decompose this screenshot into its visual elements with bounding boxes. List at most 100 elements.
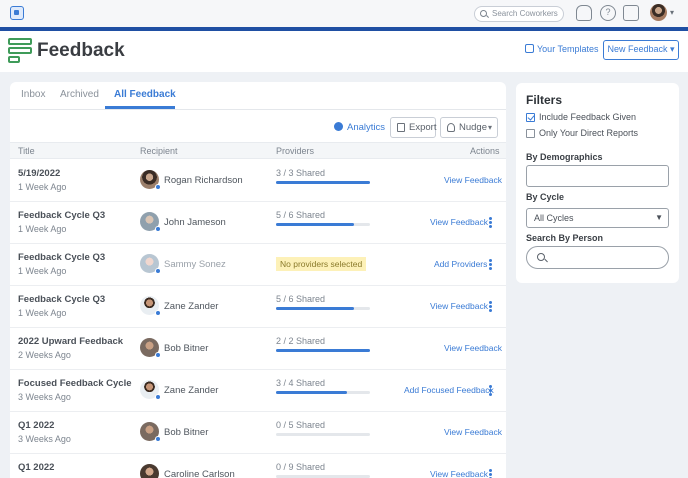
add-focused-feedback-link[interactable]: Add Focused Feedback xyxy=(404,385,494,395)
tab-bar: Inbox Archived All Feedback xyxy=(10,82,506,110)
bell-icon[interactable] xyxy=(576,5,592,21)
table-row[interactable]: Feedback Cycle Q3 1 Week Ago Zane Zander… xyxy=(10,286,506,328)
more-options-icon[interactable] xyxy=(489,301,492,312)
providers-progress-fill xyxy=(276,223,355,226)
template-icon xyxy=(525,44,534,53)
chevron-down-icon: ▼ xyxy=(655,213,663,222)
cycle-select[interactable]: All Cycles ▼ xyxy=(526,208,669,228)
recipient-name: Zane Zander xyxy=(164,301,219,312)
avatar xyxy=(140,254,161,274)
more-options-icon[interactable] xyxy=(489,469,492,478)
export-icon xyxy=(397,123,405,132)
cycle-select-value: All Cycles xyxy=(534,213,574,223)
add-providers-link[interactable]: Add Providers xyxy=(434,259,487,269)
column-header-recipient[interactable]: Recipient xyxy=(140,146,178,156)
table-row[interactable]: Feedback Cycle Q3 1 Week Ago John Jameso… xyxy=(10,202,506,244)
table-row[interactable]: Q1 2022 3 Weeks Ago Bob Bitner 0 / 5 Sha… xyxy=(10,412,506,454)
no-providers-badge: No providers selected xyxy=(276,257,367,271)
row-date: 1 Week Ago xyxy=(18,224,67,234)
view-feedback-link[interactable]: View Feedback xyxy=(444,175,502,185)
user-avatar[interactable] xyxy=(650,4,667,21)
providers-progress-bar xyxy=(276,349,370,352)
recipient-name: Zane Zander xyxy=(164,385,219,396)
providers-progress-fill xyxy=(276,181,370,184)
export-label: Export xyxy=(409,122,437,133)
recipient-name: Caroline Carlson xyxy=(164,469,235,478)
more-options-icon[interactable] xyxy=(489,259,492,270)
column-header-actions: Actions xyxy=(470,146,500,156)
table-row[interactable]: 5/19/2022 1 Week Ago Rogan Richardson 3 … xyxy=(10,160,506,202)
tab-inbox[interactable]: Inbox xyxy=(21,89,45,100)
your-templates-link[interactable]: Your Templates xyxy=(525,44,599,54)
avatar xyxy=(140,212,161,232)
your-templates-label: Your Templates xyxy=(537,44,599,54)
row-date: 2 Weeks Ago xyxy=(18,350,71,360)
more-options-icon[interactable] xyxy=(489,217,492,228)
table-row[interactable]: 2022 Upward Feedback 2 Weeks Ago Bob Bit… xyxy=(10,328,506,370)
analytics-label: Analytics xyxy=(347,122,386,133)
view-feedback-link[interactable]: View Feedback xyxy=(444,343,502,353)
nudge-icon xyxy=(447,123,455,132)
row-date: 1 Week Ago xyxy=(18,266,67,276)
coworker-search-input[interactable]: Search Coworkers xyxy=(474,6,564,22)
table-header: Title Recipient Providers Actions xyxy=(10,142,506,159)
avatar xyxy=(140,464,159,478)
analytics-button[interactable]: Analytics xyxy=(334,122,385,133)
providers-progress-bar xyxy=(276,433,370,436)
help-icon[interactable]: ? xyxy=(600,5,616,21)
recipient-name: Sammy Sonez xyxy=(164,259,226,270)
tab-archived[interactable]: Archived xyxy=(60,89,99,100)
view-feedback-link[interactable]: View Feedback xyxy=(430,217,488,227)
row-title: Feedback Cycle Q3 xyxy=(18,210,106,221)
column-header-title[interactable]: Title xyxy=(18,146,35,156)
chevron-down-icon[interactable]: ▾ xyxy=(670,8,674,17)
person-search-input[interactable] xyxy=(526,246,669,269)
column-header-providers[interactable]: Providers xyxy=(276,146,314,156)
tab-all-feedback[interactable]: All Feedback xyxy=(114,89,176,100)
new-feedback-button[interactable]: New Feedback ▾ xyxy=(603,40,679,60)
view-feedback-link[interactable]: View Feedback xyxy=(430,301,488,311)
avatar xyxy=(140,338,161,358)
chat-icon[interactable] xyxy=(623,5,639,21)
row-title: Feedback Cycle Q3 xyxy=(18,252,106,263)
status-dot xyxy=(155,394,161,400)
recipient-name: John Jameson xyxy=(164,217,226,228)
providers-count: 5 / 6 Shared xyxy=(276,294,326,304)
nudge-button[interactable]: Nudge xyxy=(440,117,498,138)
top-bar: Search Coworkers ? ▾ xyxy=(0,0,688,27)
only-direct-reports-label[interactable]: Only Your Direct Reports xyxy=(539,128,638,138)
providers-progress-fill xyxy=(276,307,355,310)
include-feedback-given-checkbox[interactable] xyxy=(526,113,535,122)
only-direct-reports-checkbox[interactable] xyxy=(526,129,535,138)
app-menu-icon[interactable] xyxy=(10,6,24,20)
view-feedback-link[interactable]: View Feedback xyxy=(430,469,488,478)
status-dot xyxy=(155,226,161,232)
nudge-label: Nudge xyxy=(459,122,487,133)
row-title: 5/19/2022 xyxy=(18,168,61,179)
more-options-icon[interactable] xyxy=(489,385,492,396)
search-icon xyxy=(480,10,487,17)
row-title: Focused Feedback Cycle xyxy=(18,378,132,389)
table-row[interactable]: Feedback Cycle Q3 1 Week Ago Sammy Sonez… xyxy=(10,244,506,286)
table-row[interactable]: Q1 2022 Caroline Carlson 0 / 9 Shared Vi… xyxy=(10,454,506,478)
table-row[interactable]: Focused Feedback Cycle 3 Weeks Ago Zane … xyxy=(10,370,506,412)
row-date: 3 Weeks Ago xyxy=(18,434,71,444)
providers-count: 0 / 9 Shared xyxy=(276,462,326,472)
export-button[interactable]: Export xyxy=(390,117,436,138)
status-dot xyxy=(155,352,161,358)
demographics-input[interactable] xyxy=(526,165,669,187)
row-title: Q1 2022 xyxy=(18,420,55,431)
table-actions-bar: Analytics Export Nudge xyxy=(10,114,506,142)
status-dot xyxy=(155,184,161,190)
providers-count: 2 / 2 Shared xyxy=(276,336,326,346)
avatar xyxy=(140,380,161,400)
row-title: Q1 2022 xyxy=(18,462,55,473)
avatar xyxy=(140,296,161,316)
search-icon xyxy=(537,253,545,261)
feedback-logo-icon xyxy=(8,38,32,64)
include-feedback-given-label[interactable]: Include Feedback Given xyxy=(539,112,636,122)
recipient-name: Bob Bitner xyxy=(164,343,209,354)
page-title: Feedback xyxy=(37,40,125,61)
view-feedback-link[interactable]: View Feedback xyxy=(444,427,502,437)
page-header: Feedback Your Templates New Feedback ▾ xyxy=(0,31,688,72)
